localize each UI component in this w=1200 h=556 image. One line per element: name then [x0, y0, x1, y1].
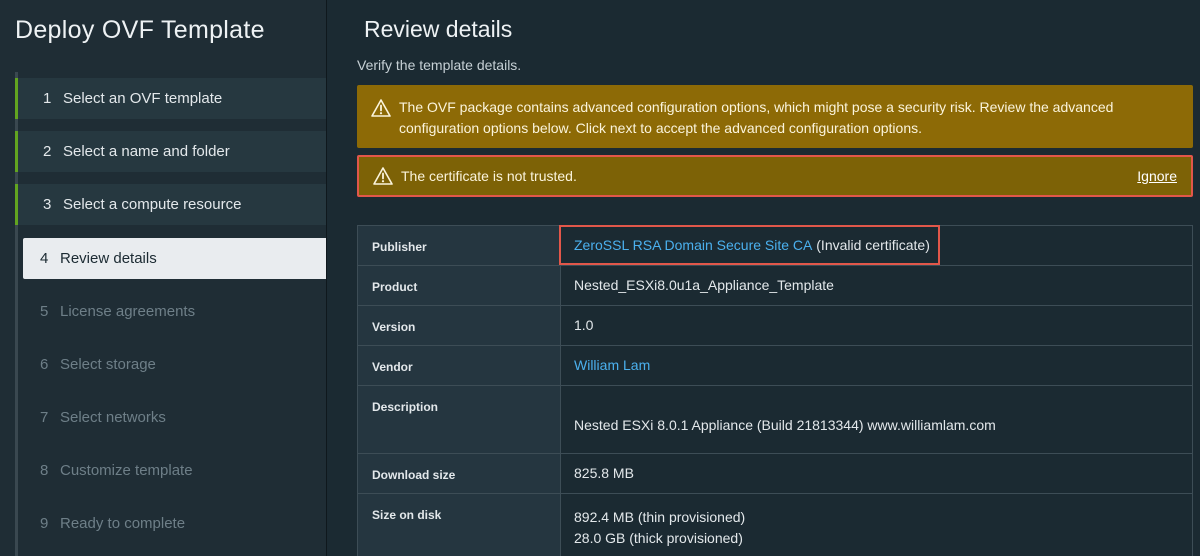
step-number: 4	[40, 250, 49, 267]
step-number: 6	[40, 356, 49, 373]
step-number: 7	[40, 409, 49, 426]
thick-size: 28.0 GB (thick provisioned)	[574, 530, 743, 546]
step-label: License agreements	[60, 303, 196, 320]
table-row-size-on-disk: Size on disk 892.4 MB (thin provisioned)…	[357, 494, 1193, 556]
wizard-sidebar: Deploy OVF Template 1 Select an OVF temp…	[0, 0, 327, 556]
review-details-panel: Review details Verify the template detai…	[327, 0, 1200, 556]
step-number: 9	[40, 515, 49, 532]
ignore-link[interactable]: Ignore	[1137, 168, 1177, 184]
step-review-details[interactable]: 4 Review details	[23, 238, 326, 279]
step-number: 5	[40, 303, 49, 320]
details-table: Publisher ZeroSSL RSA Domain Secure Site…	[357, 225, 1193, 556]
row-value: 1.0	[574, 317, 594, 333]
publisher-link[interactable]: ZeroSSL RSA Domain Secure Site CA	[574, 237, 812, 253]
table-row-download-size: Download size 825.8 MB	[357, 454, 1193, 494]
step-label: Customize template	[60, 462, 193, 479]
row-key: Description	[358, 386, 561, 453]
row-value: Nested_ESXi8.0u1a_Appliance_Template	[574, 277, 834, 293]
step-number: 3	[43, 196, 52, 213]
step-number: 1	[43, 90, 52, 107]
row-key: Size on disk	[358, 494, 561, 556]
table-row-vendor: Vendor William Lam	[357, 346, 1193, 386]
row-key: Vendor	[358, 346, 561, 385]
step-select-storage: 6 Select storage	[15, 344, 326, 385]
step-customize-template: 8 Customize template	[15, 450, 326, 491]
page-subtitle: Verify the template details.	[357, 57, 522, 73]
step-license-agreements: 5 License agreements	[15, 291, 326, 332]
step-select-compute-resource[interactable]: 3 Select a compute resource	[15, 184, 326, 225]
advanced-config-warning: The OVF package contains advanced config…	[357, 85, 1193, 148]
step-label: Review details	[60, 250, 157, 267]
row-key: Version	[358, 306, 561, 345]
row-value: William Lam	[561, 346, 1192, 385]
warning-icon	[373, 167, 393, 185]
row-value: Nested ESXi 8.0.1 Appliance (Build 21813…	[574, 417, 996, 433]
row-value: ZeroSSL RSA Domain Secure Site CA (Inval…	[559, 225, 1192, 265]
publisher-cert-status: (Invalid certificate)	[812, 237, 930, 253]
advanced-config-warning-text: The OVF package contains advanced config…	[399, 99, 1114, 136]
vendor-link[interactable]: William Lam	[574, 357, 650, 373]
table-row-version: Version 1.0	[357, 306, 1193, 346]
app-window: Deploy OVF Template 1 Select an OVF temp…	[0, 0, 1200, 556]
wizard-steps: 1 Select an OVF template 2 Select a name…	[15, 72, 326, 556]
step-label: Select storage	[60, 356, 156, 373]
thin-size: 892.4 MB (thin provisioned)	[574, 509, 746, 525]
table-row-publisher: Publisher ZeroSSL RSA Domain Secure Site…	[357, 225, 1193, 266]
step-ready-to-complete: 9 Ready to complete	[15, 503, 326, 544]
step-label: Ready to complete	[60, 515, 186, 532]
certificate-warning: The certificate is not trusted. Ignore	[357, 155, 1193, 197]
wizard-title: Deploy OVF Template	[15, 16, 265, 44]
row-key: Publisher	[358, 226, 561, 265]
step-label: Select an OVF template	[63, 90, 223, 107]
warning-icon	[371, 99, 391, 117]
step-label: Select a name and folder	[63, 143, 230, 160]
step-select-ovf-template[interactable]: 1 Select an OVF template	[15, 78, 326, 119]
step-select-name-folder[interactable]: 2 Select a name and folder	[15, 131, 326, 172]
row-key: Product	[358, 266, 561, 305]
certificate-warning-text: The certificate is not trusted.	[401, 168, 577, 184]
step-select-networks: 7 Select networks	[15, 397, 326, 438]
page-title: Review details	[364, 16, 513, 42]
publisher-highlight: ZeroSSL RSA Domain Secure Site CA (Inval…	[559, 225, 940, 265]
row-value: 825.8 MB	[574, 465, 634, 481]
step-number: 2	[43, 143, 52, 160]
table-row-description: Description Nested ESXi 8.0.1 Appliance …	[357, 386, 1193, 454]
step-label: Select a compute resource	[63, 196, 242, 213]
row-key: Download size	[358, 454, 561, 493]
step-number: 8	[40, 462, 49, 479]
row-value: 892.4 MB (thin provisioned) 28.0 GB (thi…	[561, 494, 1192, 556]
step-label: Select networks	[60, 409, 166, 426]
table-row-product: Product Nested_ESXi8.0u1a_Appliance_Temp…	[357, 266, 1193, 306]
